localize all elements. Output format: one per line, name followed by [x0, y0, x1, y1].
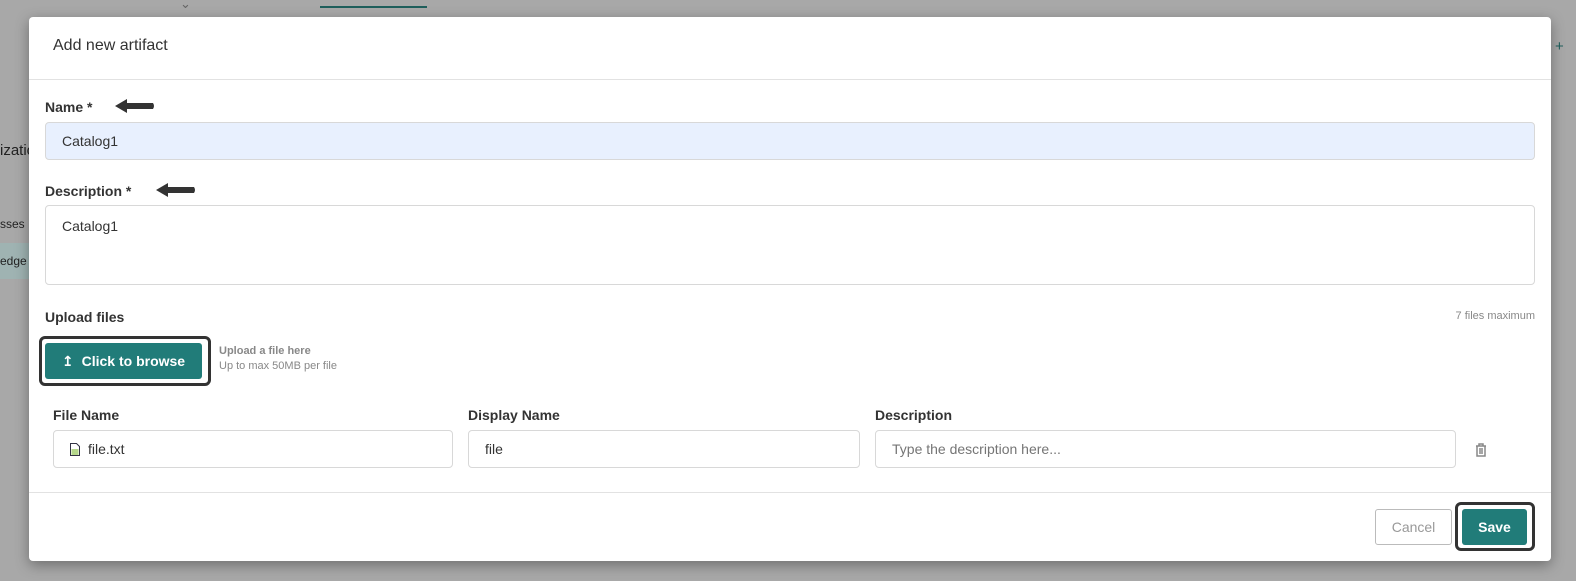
background-plus-button[interactable]: +	[1555, 38, 1564, 55]
upload-icon: ↥	[61, 352, 74, 369]
file-icon	[70, 442, 80, 456]
name-label: Name *	[45, 99, 93, 115]
file-name-header: File Name	[53, 407, 120, 423]
upload-files-label: Upload files	[45, 309, 125, 325]
description-header: Description	[875, 407, 953, 423]
file-description-input[interactable]	[875, 430, 1456, 468]
browse-button-label: Click to browse	[81, 353, 186, 369]
display-name-input[interactable]: file	[468, 430, 860, 468]
arrow-left-icon	[156, 183, 195, 197]
upload-size-hint: Up to max 50MB per file	[219, 360, 337, 372]
description-label: Description *	[45, 183, 132, 199]
trash-icon[interactable]	[1475, 443, 1487, 457]
upload-hint: Upload a file here	[219, 345, 311, 357]
click-to-browse-button[interactable]: ↥ Click to browse	[45, 343, 202, 379]
cancel-button[interactable]: Cancel	[1375, 509, 1452, 545]
file-name-field: file.txt	[53, 430, 453, 468]
background-tab-underline	[320, 6, 427, 8]
arrow-left-icon	[115, 99, 154, 113]
background-chevron-icon: ⌄	[180, 0, 191, 11]
add-artifact-modal: Add new artifact Name * Catalog1 Descrip…	[29, 17, 1551, 561]
background-text: edge	[0, 254, 27, 268]
background-text: sses	[0, 217, 25, 231]
save-button[interactable]: Save	[1462, 509, 1527, 545]
name-input[interactable]: Catalog1	[45, 122, 1535, 160]
display-name-header: Display Name	[468, 407, 560, 423]
files-limit-text: 7 files maximum	[1455, 310, 1535, 322]
modal-title: Add new artifact	[29, 17, 1551, 80]
file-name-value: file.txt	[88, 441, 125, 457]
description-textarea[interactable]: Catalog1	[45, 205, 1535, 285]
footer-divider	[29, 492, 1551, 493]
